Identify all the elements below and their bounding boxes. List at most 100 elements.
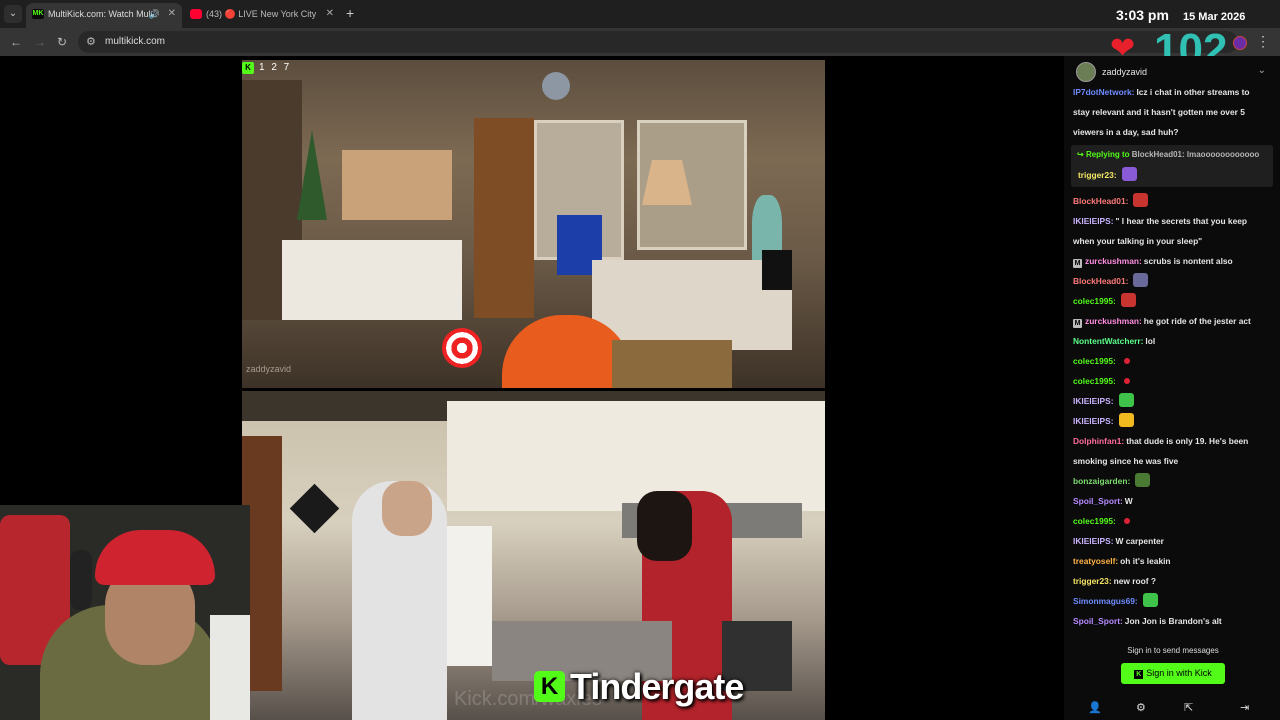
chat-username[interactable]: BlockHead01: [1073,276,1128,286]
reply-prefix: Replying to [1085,150,1130,159]
chat-text: scrubs is nontent also [1143,256,1233,266]
emote-icon [1120,293,1136,307]
chat-username[interactable]: Simonmagus69: [1073,596,1138,606]
chat-text: oh it's leakin [1120,556,1171,566]
reply-message: ↪ Replying to BlockHead01: lmaoooooooooo… [1071,145,1273,187]
reply-target[interactable]: BlockHead01: [1132,150,1185,159]
channel-avatar[interactable] [1076,62,1096,82]
reply-line: trigger23: [1078,165,1137,185]
reply-quote: lmaoooooooooooo [1186,150,1260,159]
chat-username[interactable]: colec1995: [1073,356,1116,366]
stream-video-top[interactable]: K 1 2 7 zaddyzavid [242,60,825,388]
chat-username[interactable]: trigger23: [1073,576,1112,586]
tab-multikick[interactable]: MK MultiKick.com: Watch Multi 🔊 ✕ [26,3,182,28]
tab-search-button[interactable]: ⌄ [4,5,22,23]
chat-username[interactable]: treatyoself: [1073,556,1118,566]
target-logo [442,328,482,368]
chat-username[interactable]: BlockHead01: [1073,196,1128,206]
mod-badge-icon: M [1073,319,1082,328]
chat-username[interactable]: IKIEIEIPS: [1073,396,1114,406]
signin-button[interactable]: K Sign in with Kick [1121,663,1225,684]
multikick-favicon-icon: MK [32,9,44,19]
gear-icon[interactable]: ⚙ [1136,701,1146,714]
chat-username[interactable]: IKIEIEIPS: [1073,216,1114,226]
chevron-down-icon[interactable]: ⌄ [1258,65,1266,76]
signin-prompt: Sign in to send messages [1127,646,1219,655]
exit-icon[interactable]: ⇥ [1240,701,1249,714]
chat-username[interactable]: colec1995: [1073,376,1116,386]
tab-bar: ⌄ MK MultiKick.com: Watch Multi 🔊 ✕ (43)… [0,0,1280,28]
add-user-icon[interactable]: 👤 [1088,701,1102,714]
wall-decor [289,483,340,534]
chat-message: bonzaigarden: [1073,471,1273,491]
chat-message: stay relevant and it hasn't gotten me ov… [1073,102,1273,122]
chat-text: Jon Jon is Brandon's alt [1124,616,1222,626]
back-icon[interactable]: ← [10,34,22,50]
emote-icon [1118,413,1134,427]
chat-text: W carpenter [1115,536,1164,546]
emote-icon [1133,193,1149,207]
new-tab-button[interactable]: + [346,5,354,21]
emote-icon [1123,378,1130,384]
chat-username[interactable]: colec1995: [1073,296,1116,306]
chat-username[interactable]: bonzaigarden: [1073,476,1130,486]
chat-username[interactable]: IKIEIEIPS: [1073,416,1114,426]
chat-message: colec1995: [1073,511,1273,531]
url-bar[interactable]: ⚙ multikick.com [78,31,1238,53]
profile-avatar[interactable] [1233,36,1247,50]
popout-icon[interactable]: ⇱ [1184,701,1193,714]
stream-watermark: zaddyzavid [246,364,292,374]
chat-message: smoking since he was five [1073,451,1273,471]
chat-text: he got ride of the jester act [1143,316,1251,326]
chat-username[interactable]: colec1995: [1073,516,1116,526]
chat-message: when your talking in your sleep" [1073,231,1273,251]
chat-username[interactable]: zurckushman: [1085,256,1142,266]
white-table [282,240,462,320]
emote-icon [1133,273,1149,287]
tab-youtube[interactable]: (43) 🔴 LIVE New York City ✕ [184,3,340,28]
chat-text: viewers in a day, sad huh? [1073,127,1179,137]
chat-username[interactable]: Spoil_Sport: [1073,616,1123,626]
chat-text: that dude is only 19. He's been [1126,436,1249,446]
person-dark-hair [637,491,692,561]
chat-text: lol [1145,336,1156,346]
chat-message: Spoil_Sport: Jon Jon is Brandon's alt [1073,611,1273,631]
chat-message: colec1995: [1073,291,1273,311]
chat-username[interactable]: NontentWatcherr: [1073,336,1143,346]
kick-badge-icon: K [242,62,254,74]
chat-message: trigger23: new roof ? [1073,571,1273,591]
reload-icon[interactable]: ↻ [57,34,67,50]
site-info-icon[interactable]: ⚙ [86,35,96,48]
wooden-door [474,118,534,318]
person-head [382,481,432,536]
chat-message: IKIEIEIPS: [1073,391,1273,411]
chat-username[interactable]: trigger23: [1078,170,1117,180]
chat-username[interactable]: Dolphinfan1: [1073,436,1124,446]
signin-button-label: Sign in with Kick [1146,668,1212,678]
chat-username[interactable]: Spoil_Sport: [1073,496,1123,506]
chat-username[interactable]: zurckushman: [1085,316,1142,326]
browser-menu-icon[interactable]: ⋮ [1256,33,1270,50]
emote-icon [1123,358,1130,364]
chat-message: Mzurckushman: he got ride of the jester a… [1073,311,1273,331]
chat-text: smoking since he was five [1073,456,1179,466]
globe [542,72,570,100]
chat-message: viewers in a day, sad huh? [1073,122,1273,142]
chat-panel: zaddyzavid ⌄ IP7dotNetwork: Icz i chat in… [1064,56,1280,720]
emote-icon [1135,473,1151,487]
black-lamp [762,250,792,290]
close-tab-icon[interactable]: ✕ [168,3,176,25]
youtube-favicon-icon [190,9,202,19]
speaker-icon[interactable]: 🔊 [149,3,160,25]
chat-username[interactable]: IP7dotNetwork: [1073,87,1134,97]
chat-text: new roof ? [1113,576,1156,586]
chat-text: stay relevant and it hasn't gotten me ov… [1073,107,1245,117]
close-tab-icon[interactable]: ✕ [326,3,334,25]
chat-message: IP7dotNetwork: Icz i chat in other stream… [1073,82,1273,102]
streamer-webcam [0,505,250,720]
chat-text: Icz i chat in other streams to [1136,87,1250,97]
chat-username[interactable]: IKIEIEIPS: [1073,536,1114,546]
forward-icon[interactable]: → [34,34,46,50]
chat-message: IKIEIEIPS: " I hear the secrets that you … [1073,211,1273,231]
wall-shelf [342,150,452,220]
